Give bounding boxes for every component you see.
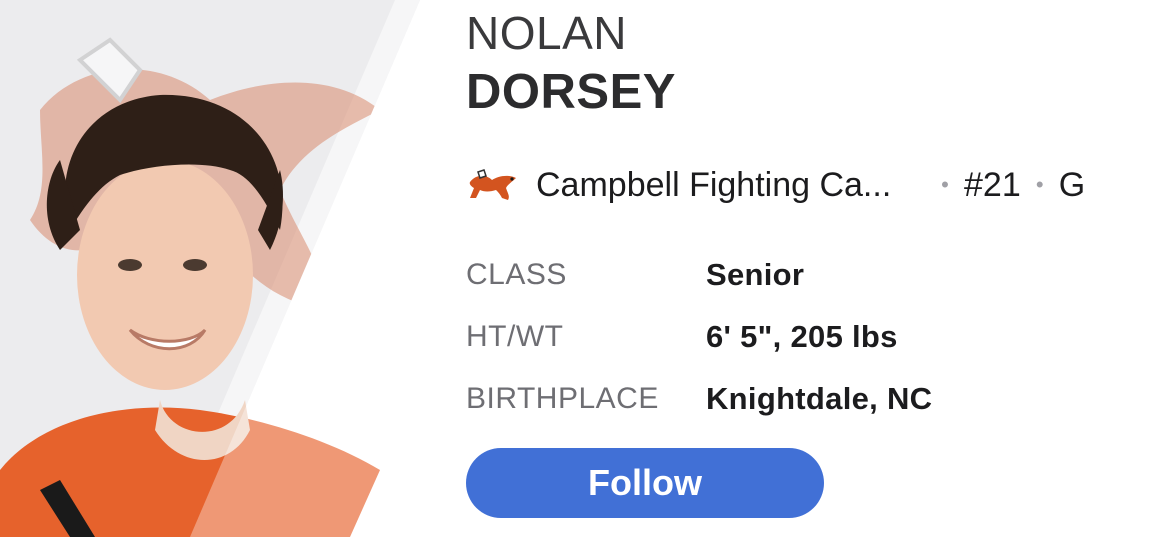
bio-row-height-weight: HT/WT 6' 5", 205 lbs	[466, 306, 932, 368]
player-last-name: DORSEY	[466, 65, 676, 119]
separator-dot: •	[941, 172, 949, 197]
bio-row-birthplace: BIRTHPLACE Knightdale, NC	[466, 368, 932, 430]
bio-value: Knightdale, NC	[706, 381, 933, 416]
separator-dot: •	[1035, 172, 1044, 197]
follow-button[interactable]: Follow	[466, 448, 824, 518]
bio-label: CLASS	[466, 258, 567, 291]
team-row: Campbell Fighting Ca... • #21 • G	[466, 160, 1156, 210]
team-name-link[interactable]: Campbell Fighting Ca...	[536, 166, 926, 205]
jersey-number: #21	[964, 165, 1021, 204]
bio-label: BIRTHPLACE	[466, 382, 659, 415]
bio-label: HT/WT	[466, 320, 564, 353]
player-position: G	[1058, 165, 1086, 204]
bio-value: Senior	[706, 257, 805, 292]
player-first-name: NOLAN	[466, 7, 627, 59]
player-bio-table: CLASS Senior HT/WT 6' 5", 205 lbs BIRTHP…	[466, 244, 932, 430]
bio-row-class: CLASS Senior	[466, 244, 932, 306]
player-photo	[0, 0, 450, 537]
camel-icon[interactable]	[466, 168, 522, 202]
bio-value: 6' 5", 205 lbs	[706, 319, 898, 354]
